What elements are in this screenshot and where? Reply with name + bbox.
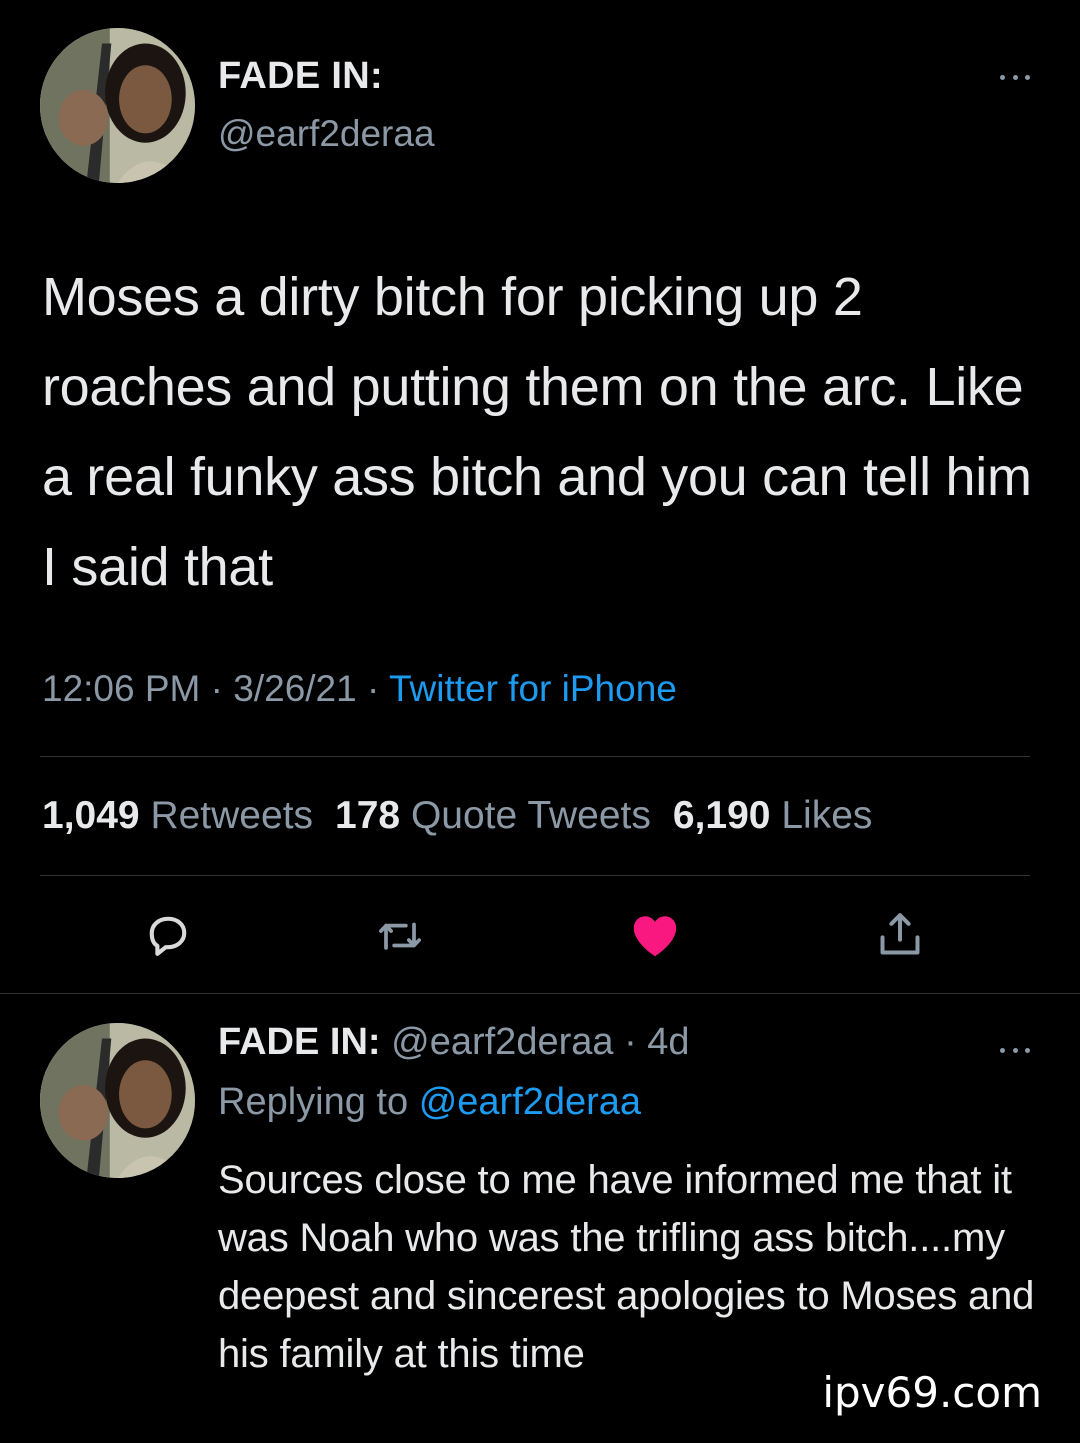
likes-stat[interactable]: 6,190 Likes (673, 794, 873, 837)
heart-icon (633, 916, 677, 957)
reply-text: Sources close to me have informed me tha… (218, 1158, 1035, 1376)
quotes-label: Quote Tweets (410, 794, 651, 837)
reply-more-options-icon[interactable] (1000, 1045, 1030, 1055)
tweet-stats: 1,049 Retweets 178 Quote Tweets 6,190 Like… (42, 794, 872, 838)
reply-handle[interactable]: @earf2deraa (391, 1021, 613, 1063)
retweets-count: 1,049 (42, 794, 140, 837)
speech-bubble-icon (149, 916, 187, 956)
tweet-meta: 12:06 PM · 3/26/21 · Twitter for iPhone (42, 668, 677, 710)
share-icon (880, 913, 920, 955)
replying-to: Replying to @earf2deraa (218, 1081, 641, 1124)
tweet-actions (0, 905, 1080, 970)
user-handle[interactable]: @earf2deraa (218, 113, 435, 155)
replying-to-label: Replying to (218, 1081, 409, 1123)
reply-age[interactable]: 4d (647, 1021, 689, 1063)
tweet-source-link[interactable]: Twitter for iPhone (389, 668, 677, 709)
tweet-date[interactable]: 3/26/21 (233, 668, 356, 709)
main-tweet: FADE IN: @earf2deraa Moses a dirty bitch… (0, 0, 1080, 993)
reply-header: FADE IN: @earf2deraa · 4d (218, 1021, 690, 1064)
replying-to-mention[interactable]: @earf2deraa (419, 1081, 641, 1123)
more-options-icon[interactable] (1000, 72, 1030, 82)
profile-avatar[interactable] (40, 28, 195, 183)
divider (40, 875, 1030, 876)
like-button[interactable] (625, 905, 685, 965)
avatar-image (40, 28, 195, 183)
quotes-count: 178 (335, 794, 401, 837)
meta-separator: · (613, 1021, 648, 1063)
retweet-icon (379, 922, 421, 950)
meta-separator: · (356, 668, 389, 709)
likes-label: Likes (781, 794, 873, 837)
retweet-button[interactable] (370, 905, 430, 965)
watermark: ipv69.com (822, 1368, 1042, 1417)
reply-button[interactable] (138, 905, 198, 965)
divider (40, 756, 1030, 757)
retweets-stat[interactable]: 1,049 Retweets (42, 794, 313, 837)
share-button[interactable] (870, 905, 930, 965)
reply-display-name[interactable]: FADE IN: (218, 1021, 381, 1063)
tweet-text: Moses a dirty bitch for picking up 2 roa… (42, 267, 1047, 597)
meta-separator: · (200, 668, 234, 709)
display-name[interactable]: FADE IN: (218, 55, 383, 98)
likes-count: 6,190 (672, 794, 771, 837)
retweets-label: Retweets (150, 794, 314, 837)
quotes-stat[interactable]: 178 Quote Tweets (335, 794, 651, 837)
reply-profile-avatar[interactable] (40, 1023, 195, 1178)
avatar-image (40, 1023, 195, 1178)
tweet-time[interactable]: 12:06 PM (42, 668, 200, 709)
